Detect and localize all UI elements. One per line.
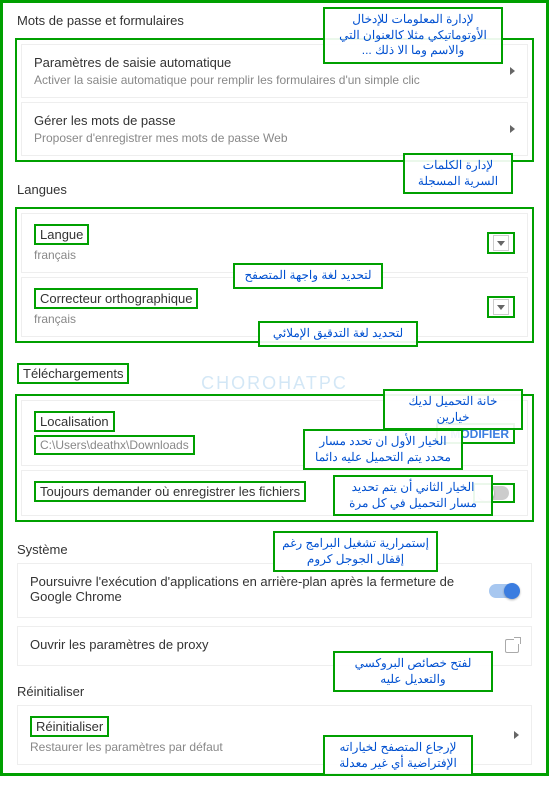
language-title: Langue [34, 224, 89, 245]
annotation: الخيار الأول ان تحدد مسار محدد يتم التحم… [303, 429, 463, 470]
annotation: لتحديد لغة التدقيق الإملائي [258, 321, 418, 347]
manage-pw-title: Gérer les mots de passe [34, 113, 502, 128]
dropdown-icon[interactable] [493, 299, 509, 315]
annotation: خانة التحميل لديك خيارين [383, 389, 523, 430]
background-apps-toggle[interactable] [489, 584, 519, 598]
dropdown-icon[interactable] [493, 235, 509, 251]
proxy-title: Ouvrir les paramètres de proxy [30, 637, 505, 652]
background-apps-title: Poursuivre l'exécution d'applications en… [30, 574, 489, 604]
annotation: لتحديد لغة واجهة المتصفح [233, 263, 383, 289]
chevron-right-icon [510, 125, 515, 133]
chevron-right-icon [510, 67, 515, 75]
spellcheck-title: Correcteur orthographique [34, 288, 198, 309]
location-title: Localisation [34, 411, 115, 432]
reset-title: Réinitialiser [30, 716, 109, 737]
annotation: لفتح خصائص البروكسي والتعديل عليه [333, 651, 493, 692]
section-downloads-header: Téléchargements [3, 353, 546, 390]
annotation: الخيار الثاني أن يتم تحديد مسار التحميل … [333, 475, 493, 516]
annotation: لإرجاع المتصفح لخياراته الإفتراضية أي غي… [323, 735, 473, 776]
autofill-sub: Activer la saisie automatique pour rempl… [34, 73, 502, 87]
chevron-right-icon [514, 731, 519, 739]
location-value: C:\Users\deathx\Downloads [34, 435, 195, 455]
annotation: إستمرارية تشغيل البرامج رغم إقفال الجوجل… [273, 531, 438, 572]
language-value: français [34, 248, 487, 262]
external-link-icon [505, 639, 519, 653]
annotation: لإدارة الكلمات السرية المسجلة [403, 153, 513, 194]
manage-passwords-row[interactable]: Gérer les mots de passe Proposer d'enreg… [21, 102, 528, 156]
ask-location-title: Toujours demander où enregistrer les fic… [34, 481, 306, 502]
manage-pw-sub: Proposer d'enregistrer mes mots de passe… [34, 131, 502, 145]
annotation: لإدارة المعلومات للإدخال الأوتوماتيكي مث… [323, 7, 503, 64]
